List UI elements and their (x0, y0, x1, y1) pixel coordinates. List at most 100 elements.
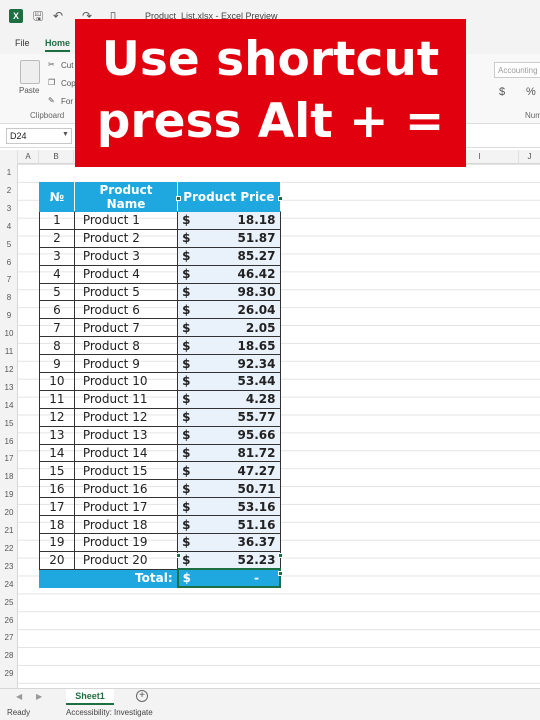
format-painter-icon[interactable]: ✎ (48, 96, 55, 105)
cell-product-name[interactable]: Product 3 (73, 246, 179, 266)
cell-product-name[interactable]: Product 15 (73, 461, 179, 481)
cell-number[interactable]: 3 (39, 246, 75, 266)
row-header[interactable]: 28 (0, 647, 18, 665)
total-price-cell[interactable]: $ - (176, 568, 282, 589)
cell-product-price[interactable]: $85.27 (177, 246, 281, 266)
row-header[interactable]: 27 (0, 629, 18, 647)
cell-product-name[interactable]: Product 18 (73, 515, 179, 535)
number-format-select[interactable]: Accounting (494, 62, 540, 78)
cell-number[interactable]: 5 (39, 282, 75, 302)
header-number[interactable]: № (39, 182, 75, 212)
row-header[interactable]: 22 (0, 540, 18, 558)
cell-product-price[interactable]: $51.87 (177, 228, 281, 248)
cell-product-price[interactable]: $4.28 (177, 389, 281, 409)
currency-format-button[interactable]: $ (499, 86, 505, 98)
sheet-tab-sheet1[interactable]: Sheet1 (66, 689, 114, 705)
cell-product-price[interactable]: $18.65 (177, 336, 281, 356)
cell-product-price[interactable]: $53.44 (177, 372, 281, 391)
cell-product-price[interactable]: $2.05 (177, 318, 281, 338)
cell-product-name[interactable]: Product 19 (73, 533, 179, 552)
cell-product-price[interactable]: $55.77 (177, 407, 281, 427)
copy-icon[interactable]: ❐ (48, 78, 55, 87)
cell-number[interactable]: 15 (39, 461, 75, 481)
row-header[interactable]: 9 (0, 307, 18, 325)
fill-handle[interactable] (278, 571, 283, 576)
cell-number[interactable]: 7 (39, 318, 75, 338)
row-header[interactable]: 3 (0, 200, 18, 218)
cut-icon[interactable]: ✂ (48, 60, 55, 69)
row-header[interactable]: 26 (0, 612, 18, 630)
cell-number[interactable]: 19 (39, 533, 75, 552)
cell-product-price[interactable]: $98.30 (177, 282, 281, 302)
cell-product-name[interactable]: Product 13 (73, 425, 179, 445)
cut-button[interactable]: Cut (61, 61, 73, 70)
cell-number[interactable]: 14 (39, 443, 75, 463)
cell-number[interactable]: 11 (39, 389, 75, 409)
row-header[interactable]: 25 (0, 594, 18, 612)
cell-product-price[interactable]: $52.23 (177, 550, 281, 570)
cell-product-price[interactable]: $47.27 (177, 461, 281, 481)
total-label[interactable]: Total: (38, 568, 179, 588)
cell-number[interactable]: 10 (39, 372, 75, 391)
column-header[interactable]: A (18, 150, 39, 164)
cell-product-name[interactable]: Product 11 (73, 389, 179, 409)
row-header[interactable]: 24 (0, 576, 18, 594)
row-header[interactable]: 10 (0, 325, 18, 343)
cell-product-name[interactable]: Product 2 (73, 228, 179, 248)
row-header[interactable]: 18 (0, 468, 18, 486)
selection-handle[interactable] (278, 196, 283, 201)
selection-handle[interactable] (176, 553, 181, 558)
select-all-corner[interactable] (0, 150, 18, 164)
accessibility-status[interactable]: Accessibility: Investigate (66, 708, 153, 717)
cell-product-name[interactable]: Product 20 (73, 550, 179, 570)
cell-product-price[interactable]: $51.16 (177, 515, 281, 535)
tab-home[interactable]: Home (45, 38, 71, 52)
cell-number[interactable]: 16 (39, 479, 75, 499)
cell-product-name[interactable]: Product 6 (73, 300, 179, 320)
chevron-left-icon[interactable]: ◀ (16, 692, 22, 701)
cell-product-name[interactable]: Product 16 (73, 479, 179, 499)
row-header[interactable]: 14 (0, 397, 18, 415)
row-header[interactable]: 7 (0, 271, 18, 289)
cell-number[interactable]: 2 (39, 228, 75, 248)
column-header[interactable]: B (39, 150, 74, 164)
header-product-name[interactable]: Product Name (73, 182, 179, 212)
cell-product-name[interactable]: Product 14 (73, 443, 179, 463)
header-product-price[interactable]: Product Price (177, 182, 281, 212)
cell-number[interactable]: 8 (39, 336, 75, 356)
undo-icon[interactable]: ↶ (51, 9, 65, 23)
selection-handle[interactable] (278, 553, 283, 558)
cell-product-name[interactable]: Product 4 (73, 264, 179, 284)
row-header[interactable]: 20 (0, 504, 18, 522)
row-header[interactable]: 23 (0, 558, 18, 576)
row-header[interactable]: 2 (0, 182, 18, 200)
cell-number[interactable]: 17 (39, 497, 75, 517)
row-header[interactable]: 16 (0, 433, 18, 451)
row-header[interactable]: 19 (0, 486, 18, 504)
format-painter-button[interactable]: For (61, 97, 73, 106)
tab-file[interactable]: File (15, 38, 30, 48)
cell-product-name[interactable]: Product 12 (73, 407, 179, 427)
cell-product-name[interactable]: Product 1 (73, 211, 179, 230)
row-header[interactable]: 8 (0, 289, 18, 307)
row-header[interactable]: 1 (0, 164, 18, 182)
cell-number[interactable]: 18 (39, 515, 75, 535)
cell-product-price[interactable]: $53.16 (177, 497, 281, 517)
selection-handle[interactable] (176, 196, 181, 201)
row-header[interactable]: 12 (0, 361, 18, 379)
cell-product-price[interactable]: $26.04 (177, 300, 281, 320)
cell-product-price[interactable]: $50.71 (177, 479, 281, 499)
chevron-right-icon[interactable]: ▶ (36, 692, 42, 701)
cell-product-price[interactable]: $36.37 (177, 533, 281, 552)
chevron-down-icon[interactable]: ▼ (62, 131, 69, 138)
cell-product-name[interactable]: Product 8 (73, 336, 179, 356)
cell-product-price[interactable]: $46.42 (177, 264, 281, 284)
cell-number[interactable]: 13 (39, 425, 75, 445)
row-header[interactable]: 15 (0, 415, 18, 433)
cell-number[interactable]: 4 (39, 264, 75, 284)
cell-number[interactable]: 12 (39, 407, 75, 427)
paste-button[interactable]: Paste (19, 86, 39, 95)
cell-product-price[interactable]: $92.34 (177, 354, 281, 374)
cell-product-name[interactable]: Product 10 (73, 372, 179, 391)
paste-icon[interactable] (20, 60, 40, 84)
